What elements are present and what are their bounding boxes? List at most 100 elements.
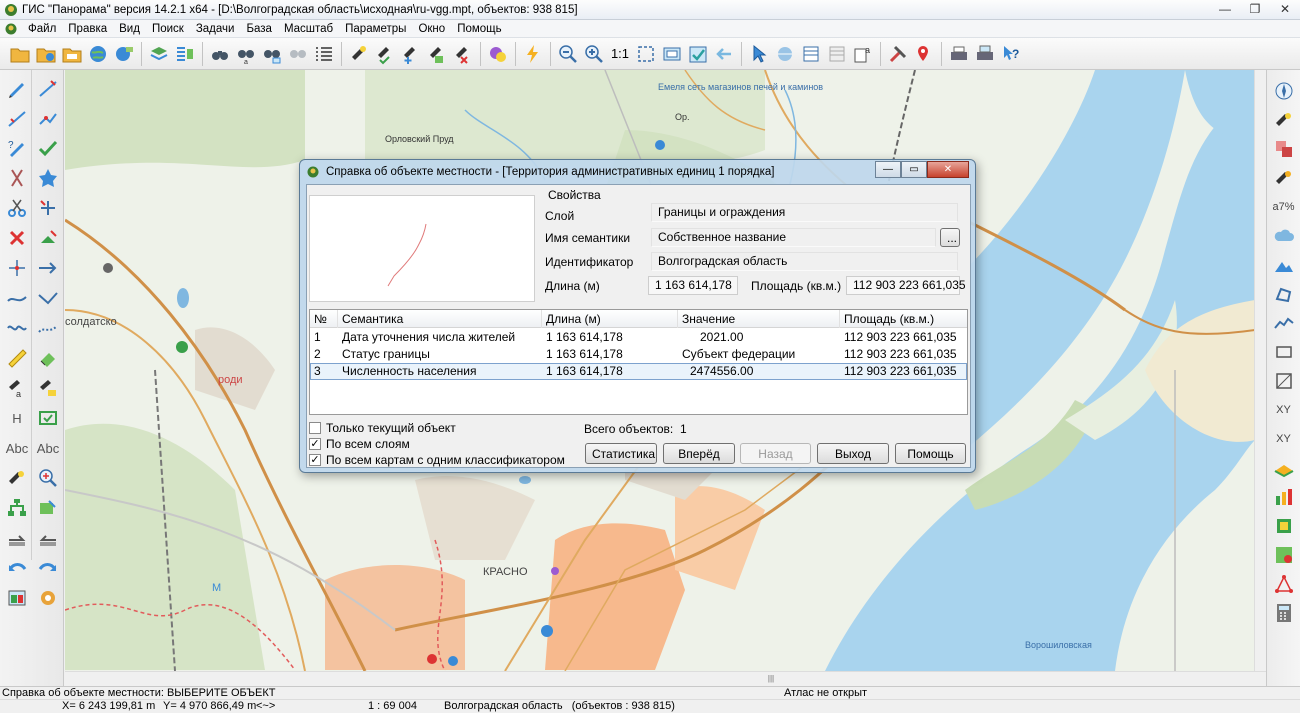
terrain-icon[interactable] <box>1271 455 1297 480</box>
binoculars-disabled-icon[interactable] <box>286 42 310 66</box>
split-arrow-icon[interactable] <box>35 526 61 550</box>
check-line-icon[interactable] <box>35 136 61 160</box>
select-cursor-icon[interactable] <box>747 42 771 66</box>
window-frame-icon[interactable] <box>660 42 684 66</box>
move-green-icon[interactable] <box>35 226 61 250</box>
menu-view[interactable]: Вид <box>113 23 146 35</box>
lightning-icon[interactable] <box>521 42 545 66</box>
minimize-icon[interactable]: — <box>1216 2 1234 16</box>
col-header-length[interactable]: Длина (м) <box>542 310 678 328</box>
node-line-icon[interactable] <box>35 106 61 130</box>
line-arrow-icon[interactable] <box>35 256 61 280</box>
binoculars-text-icon[interactable]: a <box>234 42 258 66</box>
dialog-titlebar[interactable]: Справка об объекте местности - [Территор… <box>300 160 975 184</box>
flashlight-green-icon[interactable] <box>425 42 449 66</box>
cut-line-icon[interactable] <box>4 166 30 190</box>
flashlight-add-icon[interactable] <box>399 42 423 66</box>
scroll-thumb[interactable]: ||| <box>765 674 777 683</box>
star-shape-icon[interactable] <box>35 166 61 190</box>
table-disabled-icon[interactable] <box>825 42 849 66</box>
open-map-icon[interactable] <box>34 42 58 66</box>
scissors-icon[interactable] <box>4 196 30 220</box>
open-folder-icon[interactable] <box>8 42 32 66</box>
calculator-icon[interactable] <box>1271 600 1297 625</box>
location-pin-icon[interactable] <box>912 42 936 66</box>
print-preview-icon[interactable] <box>973 42 997 66</box>
binoculars-icon[interactable] <box>208 42 232 66</box>
red-squares-icon[interactable] <box>1271 136 1297 161</box>
profile-line-icon[interactable] <box>1271 310 1297 335</box>
line-edit-icon[interactable] <box>35 76 61 100</box>
flashlight-right-icon[interactable] <box>1271 107 1297 132</box>
flashlight-right-2-icon[interactable] <box>1271 165 1297 190</box>
merge-arrow-icon[interactable] <box>4 526 30 550</box>
binoculars-area-icon[interactable] <box>260 42 284 66</box>
all-layers-checkbox[interactable]: ✓ По всем слоям <box>309 437 410 451</box>
xy-tool[interactable]: XY <box>1271 397 1297 422</box>
back-arrow-icon[interactable] <box>712 42 736 66</box>
flashlight-text-icon[interactable]: a <box>4 376 30 400</box>
diagonal-box-icon[interactable] <box>1271 368 1297 393</box>
table-row-selected[interactable]: 3 Численность населения 1 163 614,178 24… <box>310 363 967 380</box>
globe-select-icon[interactable] <box>773 42 797 66</box>
dialog-minimize-icon[interactable]: — <box>875 161 901 178</box>
col-header-semantic[interactable]: Семантика <box>338 310 542 328</box>
forward-button[interactable]: Вперёд <box>663 443 735 464</box>
style-balls-icon[interactable] <box>486 42 510 66</box>
horizontal-scrollbar[interactable]: ||| <box>65 671 1266 685</box>
help-cursor-icon[interactable]: ? <box>999 42 1023 66</box>
table-row[interactable]: 1 Дата уточнения числа жителей 1 163 614… <box>310 329 967 346</box>
text-tool[interactable]: Abc <box>4 436 30 460</box>
xy-box-tool[interactable]: XY <box>1271 426 1297 451</box>
ruler-icon[interactable] <box>4 346 30 370</box>
check-frame-icon[interactable] <box>686 42 710 66</box>
restore-icon[interactable]: ❐ <box>1246 2 1264 16</box>
height-tool[interactable]: H <box>4 406 30 430</box>
menu-help[interactable]: Помощь <box>451 23 507 35</box>
angle-line-icon[interactable] <box>35 286 61 310</box>
text-tool-2[interactable]: Abc <box>35 436 61 460</box>
pencil-icon[interactable] <box>4 76 30 100</box>
flashlight-icon[interactable] <box>347 42 371 66</box>
network-graph-icon[interactable] <box>1271 571 1297 596</box>
table-row[interactable]: 2 Статус границы 1 163 614,178 Субъект ф… <box>310 346 967 363</box>
edit-help-icon[interactable]: ? <box>4 136 30 160</box>
flashlight-area-icon[interactable] <box>35 376 61 400</box>
edit-line-icon[interactable] <box>4 106 30 130</box>
zoom-in-icon[interactable] <box>582 42 606 66</box>
split-tool-icon[interactable] <box>35 196 61 220</box>
dialog-close-icon[interactable]: ✕ <box>927 161 969 178</box>
table-select-icon[interactable] <box>799 42 823 66</box>
polygon-icon[interactable] <box>1271 281 1297 306</box>
menu-database[interactable]: База <box>240 23 277 35</box>
col-header-number[interactable]: № <box>310 310 338 328</box>
delete-x-icon[interactable] <box>4 226 30 250</box>
zoom-search-icon[interactable] <box>35 466 61 490</box>
zoom-out-icon[interactable] <box>556 42 580 66</box>
menu-scale[interactable]: Масштаб <box>278 23 339 35</box>
document-menu-icon[interactable] <box>4 22 18 36</box>
redo-arrow-icon[interactable] <box>35 556 61 580</box>
text-form-icon[interactable]: a <box>851 42 875 66</box>
col-header-area[interactable]: Площадь (кв.м.) <box>840 310 969 328</box>
dotted-line-icon[interactable] <box>35 316 61 340</box>
col-header-value[interactable]: Значение <box>678 310 840 328</box>
undo-arrow-icon[interactable] <box>4 556 30 580</box>
compass-icon[interactable] <box>1271 78 1297 103</box>
statistics-button[interactable]: Статистика <box>585 443 657 464</box>
flashlight-delete-icon[interactable] <box>451 42 475 66</box>
globe-open-icon[interactable] <box>86 42 110 66</box>
all-maps-checkbox[interactable]: ✓ По всем картам с одним классификатором <box>309 453 565 467</box>
layers-icon[interactable] <box>147 42 171 66</box>
semantic-browse-button[interactable]: ... <box>940 228 960 247</box>
checkbox-box[interactable] <box>309 422 321 434</box>
menu-file[interactable]: Файл <box>22 23 62 35</box>
map-window-icon[interactable] <box>4 586 30 610</box>
flashlight-yellow-icon[interactable] <box>4 466 30 490</box>
dialog-maximize-icon[interactable]: ▭ <box>901 161 927 178</box>
menu-tasks[interactable]: Задачи <box>190 23 241 35</box>
only-current-object-checkbox[interactable]: Только текущий объект <box>309 421 456 435</box>
bar-chart-icon[interactable] <box>1271 484 1297 509</box>
checkbox-box-checked[interactable]: ✓ <box>309 438 321 450</box>
network-tree-icon[interactable] <box>4 496 30 520</box>
